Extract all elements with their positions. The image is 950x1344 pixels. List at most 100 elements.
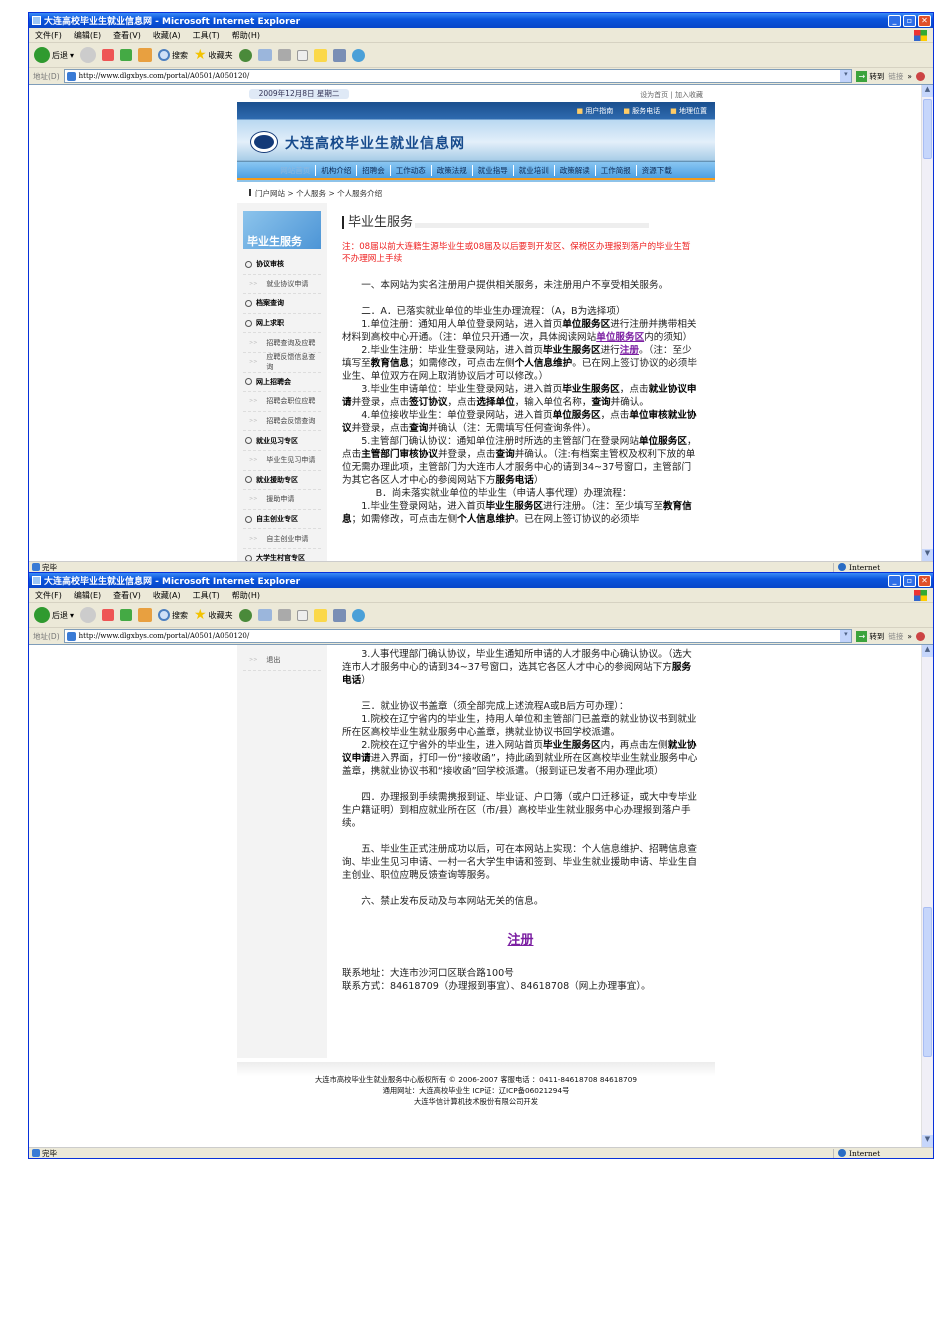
mail-icon[interactable] (257, 609, 272, 621)
links-button[interactable]: 链接 (888, 631, 903, 642)
print-icon[interactable] (277, 49, 291, 61)
history-icon[interactable] (238, 48, 252, 62)
sidebar-item-logout[interactable]: 退出 (243, 651, 321, 671)
menu-favorites[interactable]: 收藏(A) (153, 30, 181, 41)
forward-button[interactable] (80, 607, 97, 623)
nav-about[interactable]: 机构介绍 (315, 164, 356, 176)
nav-policy[interactable]: 政策法规 (430, 164, 472, 176)
go-arrow-icon: → (856, 70, 868, 82)
search-button[interactable]: 搜索 (158, 49, 188, 61)
add-favorite-link[interactable]: 加入收藏 (675, 91, 703, 99)
menu-help[interactable]: 帮助(H) (232, 590, 260, 601)
address-dropdown[interactable]: ▾ (840, 630, 852, 642)
close-button[interactable]: ✕ (918, 14, 931, 27)
chevron-icon[interactable]: » (907, 632, 912, 641)
restore-button[interactable]: ▫ (903, 574, 916, 587)
close-button[interactable]: ✕ (918, 574, 931, 587)
stop-icon[interactable] (102, 609, 115, 621)
sidebar-section[interactable]: 协议审核 (243, 255, 321, 275)
sidebar-item[interactable]: 自主创业申请 (243, 529, 321, 549)
favorites-button[interactable]: ★ 收藏夹 (194, 47, 233, 63)
nav-job-fair[interactable]: 招聘会 (356, 164, 390, 176)
nav-downloads[interactable]: 资源下载 (635, 164, 677, 176)
address-input[interactable]: http://www.dlgxbys.com/portal/A0501/A050… (63, 69, 853, 83)
sidebar-section[interactable]: 网上求职 (243, 314, 321, 334)
nav-policy-interpretation[interactable]: 政策解读 (553, 164, 595, 176)
menu-view[interactable]: 查看(V) (113, 30, 141, 41)
location-link[interactable]: 地理位置 (670, 106, 707, 116)
notes-icon[interactable] (313, 48, 327, 62)
nav-news[interactable]: 工作动态 (389, 164, 431, 176)
scroll-thumb[interactable] (923, 907, 932, 1057)
edit-icon[interactable] (296, 49, 308, 61)
inline-link[interactable]: 注册 (620, 345, 639, 356)
menu-tools[interactable]: 工具(T) (193, 30, 220, 41)
menu-help[interactable]: 帮助(H) (232, 30, 260, 41)
nav-guidance[interactable]: 就业指导 (471, 164, 513, 176)
print-icon[interactable] (277, 609, 291, 621)
sidebar-section[interactable]: 就业见习专区 (243, 431, 321, 451)
sidebar-item[interactable]: 招聘会反馈查询 (243, 412, 321, 432)
research-icon[interactable] (332, 608, 346, 622)
menu-favorites[interactable]: 收藏(A) (153, 590, 181, 601)
search-button[interactable]: 搜索 (158, 609, 188, 621)
forward-button[interactable] (80, 47, 97, 63)
menu-file[interactable]: 文件(F) (35, 590, 62, 601)
set-homepage-link[interactable]: 设为首页 (640, 91, 668, 99)
mail-icon[interactable] (257, 49, 272, 61)
sidebar-item[interactable]: 招聘会职位应聘 (243, 392, 321, 412)
sidebar-item[interactable]: 招聘查询及应聘 (243, 333, 321, 353)
history-icon[interactable] (238, 608, 252, 622)
links-button[interactable]: 链接 (888, 71, 903, 82)
messenger-icon[interactable] (351, 608, 365, 622)
refresh-icon[interactable] (120, 49, 133, 61)
home-icon[interactable] (138, 608, 153, 622)
nav-training[interactable]: 就业培训 (512, 164, 554, 176)
sidebar-section[interactable]: 自主创业专区 (243, 510, 321, 530)
sidebar-item[interactable]: 援助申请 (243, 490, 321, 510)
vertical-scrollbar[interactable]: ▲ ▼ (921, 645, 933, 1147)
breadcrumb-portal[interactable]: 门户网站 (255, 189, 285, 198)
breadcrumb-personal[interactable]: 个人服务 (296, 189, 326, 198)
menu-tools[interactable]: 工具(T) (193, 590, 220, 601)
sidebar-section[interactable]: 档案查询 (243, 294, 321, 314)
minimize-button[interactable]: _ (888, 14, 901, 27)
go-button[interactable]: → 转到 (856, 630, 884, 642)
sidebar-section[interactable]: 大学生村官专区 (243, 549, 321, 561)
research-icon[interactable] (332, 48, 346, 62)
address-dropdown[interactable]: ▾ (840, 70, 852, 82)
restore-button[interactable]: ▫ (903, 14, 916, 27)
menu-edit[interactable]: 编辑(E) (74, 30, 101, 41)
refresh-icon[interactable] (120, 609, 133, 621)
edit-icon[interactable] (296, 609, 308, 621)
go-button[interactable]: → 转到 (856, 70, 884, 82)
menu-edit[interactable]: 编辑(E) (74, 590, 101, 601)
addon-icon[interactable] (916, 631, 925, 641)
back-button[interactable]: 后退 ▾ (34, 47, 74, 63)
menu-view[interactable]: 查看(V) (113, 590, 141, 601)
addon-icon[interactable] (916, 71, 925, 81)
menu-file[interactable]: 文件(F) (35, 30, 62, 41)
address-input[interactable]: http://www.dlgxbys.com/portal/A0501/A050… (63, 629, 853, 643)
inline-link[interactable]: 单位服务区 (596, 332, 644, 343)
sidebar-item[interactable]: 应聘反馈信息查询 (243, 353, 321, 373)
sidebar-section[interactable]: 网上招聘会 (243, 373, 321, 393)
home-icon[interactable] (138, 48, 153, 62)
sidebar-section[interactable]: 就业援助专区 (243, 471, 321, 491)
chevron-icon[interactable]: » (907, 72, 912, 81)
sidebar-item[interactable]: 就业协议申请 (243, 275, 321, 295)
minimize-button[interactable]: _ (888, 574, 901, 587)
register-link[interactable]: 注册 (507, 933, 533, 948)
stop-icon[interactable] (102, 49, 115, 61)
nav-home[interactable]: 网站首页 (275, 165, 315, 176)
nav-briefing[interactable]: 工作简报 (594, 164, 636, 176)
messenger-icon[interactable] (351, 48, 365, 62)
service-phone-link[interactable]: 服务电话 (623, 106, 660, 116)
favorites-button[interactable]: ★ 收藏夹 (194, 607, 233, 623)
vertical-scrollbar[interactable]: ▲ ▼ (921, 85, 933, 561)
back-button[interactable]: 后退 ▾ (34, 607, 74, 623)
scroll-thumb[interactable] (923, 99, 932, 159)
user-guide-link[interactable]: 用户指南 (576, 106, 613, 116)
notes-icon[interactable] (313, 608, 327, 622)
sidebar-item[interactable]: 毕业生见习申请 (243, 451, 321, 471)
